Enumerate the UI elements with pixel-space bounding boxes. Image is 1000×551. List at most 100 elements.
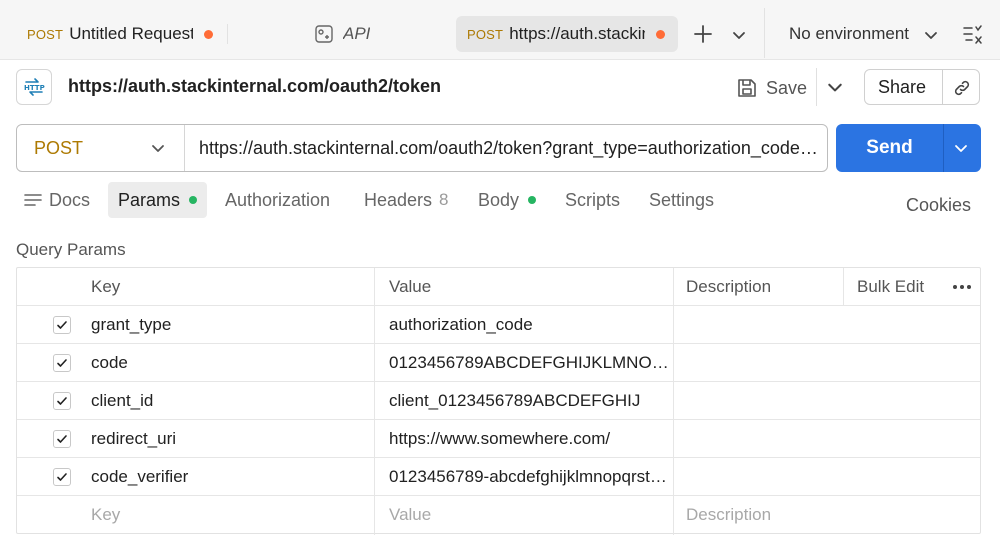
send-label: Send bbox=[866, 137, 913, 158]
table-row: redirect_uri https://www.somewhere.com/ bbox=[17, 420, 980, 458]
method-label: POST bbox=[34, 137, 84, 158]
tab-divider bbox=[227, 24, 228, 44]
environment-label: No environment bbox=[789, 24, 910, 43]
param-description[interactable] bbox=[686, 458, 846, 496]
query-params-title: Query Params bbox=[16, 240, 126, 259]
tab-label: Scripts bbox=[565, 189, 621, 210]
send-divider bbox=[943, 124, 944, 172]
row-checkbox[interactable] bbox=[53, 354, 71, 372]
row-checkbox[interactable] bbox=[53, 430, 71, 448]
check-icon bbox=[57, 359, 67, 367]
tab-label: Docs bbox=[49, 189, 91, 210]
param-key[interactable]: code bbox=[91, 344, 371, 382]
env-divider bbox=[764, 8, 765, 58]
tab-label: Body bbox=[478, 189, 520, 210]
cookies-link[interactable]: Cookies bbox=[906, 195, 971, 216]
svg-text:HTTP: HTTP bbox=[24, 84, 45, 92]
row-checkbox[interactable] bbox=[53, 392, 71, 410]
headers-count: 8 bbox=[439, 190, 449, 209]
check-icon bbox=[57, 435, 67, 443]
new-description-input[interactable]: Description bbox=[686, 496, 846, 534]
param-value[interactable]: 0123456789ABCDEFGHIJKLMNOPQRSTUVWXYZ bbox=[389, 344, 671, 382]
param-key[interactable]: code_verifier bbox=[91, 458, 371, 496]
save-icon bbox=[736, 77, 758, 99]
column-header-key: Key bbox=[91, 277, 121, 296]
tab-label: Settings bbox=[649, 189, 715, 210]
param-key[interactable]: grant_type bbox=[91, 306, 371, 344]
param-value[interactable]: client_0123456789ABCDEFGHIJ bbox=[389, 382, 671, 420]
tab-authorization[interactable]: Authorization bbox=[225, 182, 330, 218]
save-split-divider bbox=[816, 68, 817, 106]
tab-body[interactable]: Body bbox=[478, 182, 537, 218]
http-request-icon: HTTP bbox=[16, 69, 52, 105]
tab-label: Headers bbox=[364, 189, 433, 210]
bulk-edit-button[interactable]: Bulk Edit bbox=[857, 268, 924, 306]
table-row: client_id client_0123456789ABCDEFGHIJ bbox=[17, 382, 980, 420]
tab-label: Authorization bbox=[225, 189, 331, 210]
share-label: Share bbox=[878, 76, 927, 97]
param-description[interactable] bbox=[686, 306, 846, 344]
column-header-description: Description bbox=[686, 277, 772, 296]
column-header-value: Value bbox=[389, 277, 432, 296]
table-row: code_verifier 0123456789-abcdefghijklmno… bbox=[17, 458, 980, 496]
tab-headers[interactable]: Headers 8 bbox=[364, 182, 449, 218]
param-value-text: https://www.somewhere.com/ bbox=[389, 429, 611, 448]
body-active-dot bbox=[528, 196, 537, 204]
tab-method-label: POST bbox=[467, 26, 504, 42]
table-header-row: Key Value Description Bulk Edit bbox=[17, 268, 980, 306]
chevron-down-icon bbox=[150, 140, 166, 156]
save-label: Save bbox=[766, 77, 808, 98]
param-description[interactable] bbox=[686, 344, 846, 382]
param-value[interactable]: authorization_code bbox=[389, 306, 671, 344]
new-param-row: Key Value Description bbox=[17, 496, 980, 534]
chevron-down-icon[interactable] bbox=[923, 27, 939, 43]
tab-method-label: POST bbox=[27, 26, 64, 42]
row-checkbox[interactable] bbox=[53, 468, 71, 486]
request-tab-untitled[interactable]: POST Untitled Request bbox=[27, 16, 217, 52]
chevron-down-icon[interactable] bbox=[826, 78, 844, 96]
tab-name: Untitled Request bbox=[69, 24, 194, 43]
request-tab-api[interactable]: API bbox=[314, 16, 394, 52]
params-active-dot bbox=[189, 196, 198, 204]
request-title[interactable]: https://auth.stackinternal.com/oauth2/to… bbox=[68, 76, 441, 97]
tab-settings[interactable]: Settings bbox=[649, 182, 714, 218]
check-icon bbox=[57, 397, 67, 405]
row-checkbox[interactable] bbox=[53, 316, 71, 334]
param-value[interactable]: https://www.somewhere.com/ bbox=[389, 420, 671, 458]
more-options-icon[interactable] bbox=[951, 282, 973, 292]
param-description[interactable] bbox=[686, 382, 846, 420]
param-value[interactable]: 0123456789-abcdefghijklmnopqrstuvwxyz bbox=[389, 458, 671, 496]
link-icon[interactable] bbox=[952, 78, 972, 98]
send-button[interactable]: Send bbox=[836, 124, 981, 172]
save-button[interactable]: Save bbox=[736, 74, 807, 102]
docs-icon bbox=[24, 193, 42, 207]
unsaved-dot bbox=[204, 29, 214, 39]
chevron-down-icon[interactable] bbox=[953, 140, 969, 156]
unsaved-dot bbox=[656, 29, 666, 39]
tab-name: API bbox=[343, 24, 371, 43]
environment-select[interactable]: No environment bbox=[789, 21, 909, 47]
check-icon bbox=[57, 321, 67, 329]
method-select[interactable]: POST bbox=[17, 125, 185, 171]
param-value-text: 0123456789ABCDEFGHIJKLMNOPQRSTUVWXYZ bbox=[389, 353, 669, 372]
tab-label: Params bbox=[118, 189, 181, 210]
share-button[interactable]: Share bbox=[864, 69, 980, 105]
query-params-table: Key Value Description Bulk Edit grant_ty… bbox=[16, 267, 981, 535]
param-key[interactable]: client_id bbox=[91, 382, 371, 420]
tab-params[interactable]: Params bbox=[108, 182, 208, 218]
tab-scripts[interactable]: Scripts bbox=[565, 182, 620, 218]
tab-docs[interactable]: Docs bbox=[24, 182, 90, 218]
request-tab-strip: POST Untitled Request API POST https://a… bbox=[0, 0, 1000, 60]
new-key-input[interactable]: Key bbox=[91, 496, 371, 534]
plus-icon[interactable] bbox=[690, 21, 716, 47]
tab-name: https://auth.stackinternal.com/oauth2/to… bbox=[509, 24, 646, 43]
param-description[interactable] bbox=[686, 420, 846, 458]
environment-quick-look-icon[interactable] bbox=[962, 23, 984, 47]
new-value-input[interactable]: Value bbox=[389, 496, 671, 534]
url-text: https://auth.stackinternal.com/oauth2/to… bbox=[199, 137, 819, 158]
chevron-down-icon[interactable] bbox=[730, 26, 748, 44]
param-key[interactable]: redirect_uri bbox=[91, 420, 371, 458]
request-tab-active[interactable]: POST https://auth.stackinternal.com/oaut… bbox=[456, 16, 678, 52]
share-divider bbox=[942, 70, 943, 104]
url-input[interactable]: https://auth.stackinternal.com/oauth2/to… bbox=[199, 125, 819, 171]
